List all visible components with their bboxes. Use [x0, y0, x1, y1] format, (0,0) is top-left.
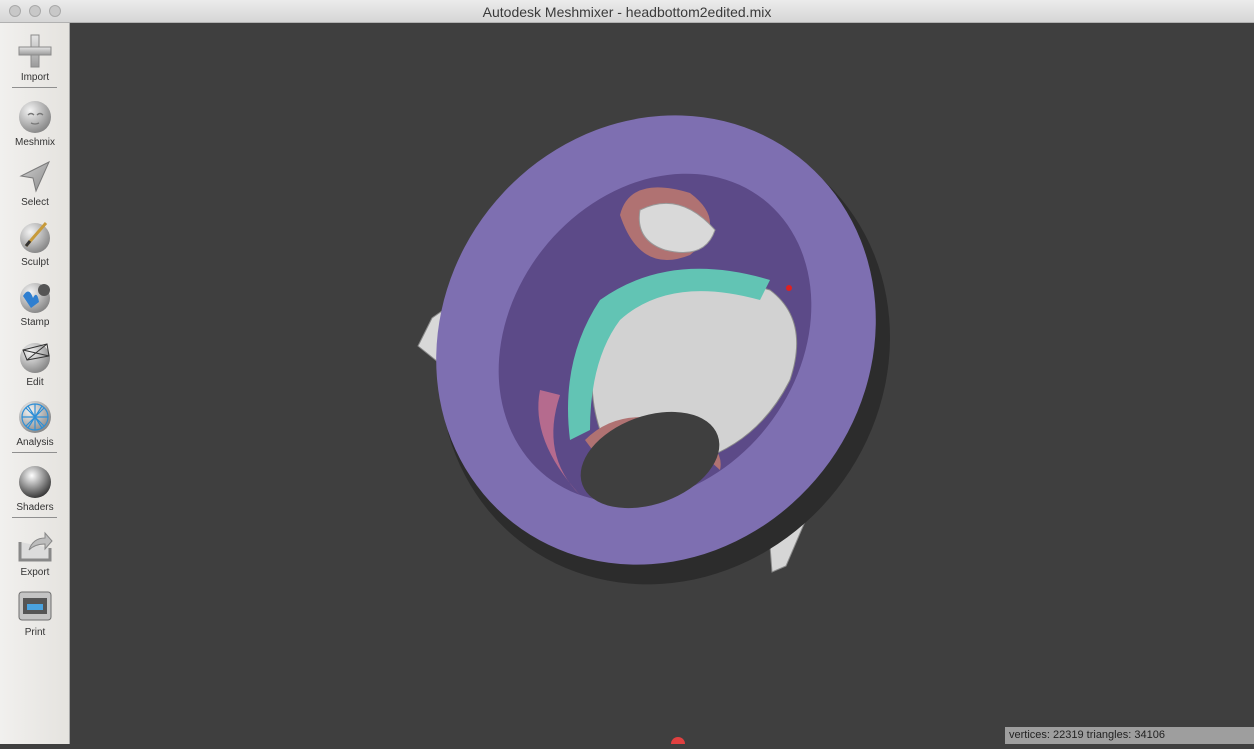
- edit-button[interactable]: Edit: [0, 334, 70, 392]
- export-tray-icon: [18, 531, 53, 562]
- export-button[interactable]: Export: [0, 524, 70, 582]
- view-cursor-dot[interactable]: [671, 737, 685, 749]
- meshmix-button[interactable]: Meshmix: [0, 94, 70, 152]
- bunny-sphere-icon: [19, 101, 51, 133]
- title-bar: Autodesk Meshmixer - headbottom2edited.m…: [0, 0, 1254, 23]
- pivot-marker[interactable]: [786, 285, 792, 291]
- select-label: Select: [21, 197, 49, 208]
- select-button[interactable]: Select: [0, 154, 70, 212]
- toolbar-divider: [12, 517, 57, 518]
- window-title: Autodesk Meshmixer - headbottom2edited.m…: [482, 4, 772, 20]
- mesh-network-icon: [19, 401, 51, 433]
- sculpt-button[interactable]: Sculpt: [0, 214, 70, 272]
- stamp-button[interactable]: Stamp: [0, 274, 70, 332]
- sculpt-label: Sculpt: [21, 257, 49, 268]
- stamp-label: Stamp: [20, 317, 50, 328]
- meshmix-label: Meshmix: [14, 137, 55, 148]
- printer-icon: [18, 591, 52, 621]
- mesh-stats: vertices: 22319 triangles: 34106: [1005, 727, 1254, 744]
- edit-label: Edit: [26, 377, 44, 388]
- wireframe-sphere-icon: [20, 343, 50, 373]
- mesh-model[interactable]: [70, 23, 1254, 749]
- toolbar-divider: [12, 87, 57, 88]
- print-label: Print: [24, 627, 46, 638]
- analysis-label: Analysis: [16, 437, 54, 448]
- toolbar-divider: [12, 452, 57, 453]
- 3d-viewport[interactable]: [70, 23, 1254, 749]
- print-button[interactable]: Print: [0, 584, 70, 642]
- import-label: Import: [20, 72, 50, 83]
- analysis-button[interactable]: Analysis: [0, 394, 70, 452]
- shaders-label: Shaders: [16, 502, 54, 513]
- import-button[interactable]: Import: [0, 29, 70, 87]
- export-label: Export: [20, 567, 50, 578]
- tool-sidebar: Import Meshmix Select Sculpt Stamp Edit …: [0, 23, 70, 744]
- stamp-sphere-icon: [20, 283, 50, 313]
- brush-sphere-icon: [20, 222, 50, 253]
- plus-icon: [18, 34, 52, 68]
- arrow-cursor-icon: [19, 160, 51, 193]
- chrome-sphere-icon: [19, 466, 51, 498]
- shaders-button[interactable]: Shaders: [0, 459, 70, 517]
